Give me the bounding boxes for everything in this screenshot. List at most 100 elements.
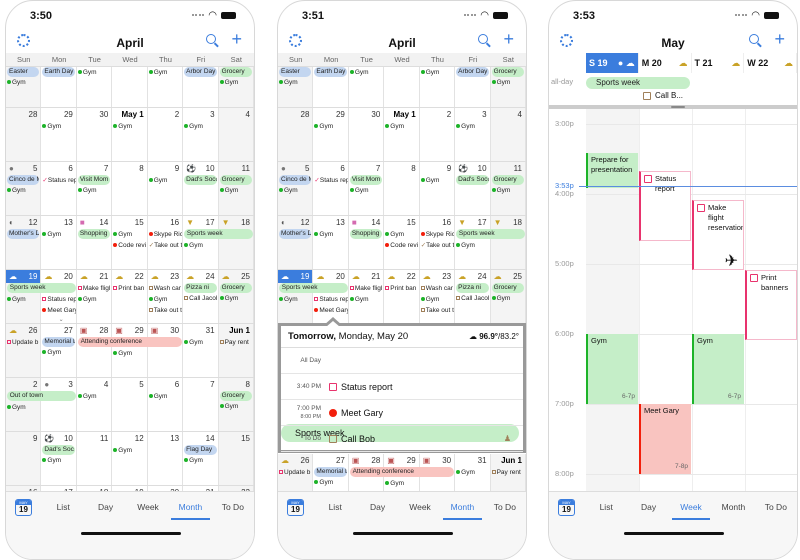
tab-to-do[interactable]: To Do [212,492,254,522]
task-checkbox-icon[interactable] [7,340,11,345]
task-checkbox-icon[interactable] [420,308,425,313]
today-calendar-button[interactable]: MAY 19 [287,498,304,516]
event-item[interactable]: Gym [313,229,347,240]
task-item[interactable]: Print ban [384,283,418,294]
event-item[interactable]: Gym [41,347,75,358]
day-cell[interactable]: 21 [183,486,219,491]
task-checkbox-icon[interactable] [420,286,425,291]
day-cell[interactable]: ● 3 [41,378,77,431]
add-event-plus-icon[interactable]: + [774,30,785,48]
event-item[interactable]: Skype Ric [148,229,182,240]
event-item[interactable]: Gym [313,477,347,488]
day-cell[interactable]: ☁ 23 Wash car Gym Take out t [148,270,184,323]
tab-day[interactable]: Day [627,492,669,522]
today-calendar-button[interactable]: MAY 19 [558,498,575,516]
task-item[interactable]: Update b [6,337,40,348]
event-item[interactable]: Gym [349,185,383,196]
month-grid[interactable]: Easter Gym Earth Day Gym Gym Arbor Day Grocery… [278,67,526,491]
day-cell[interactable]: 13 Gym [41,216,77,269]
day-cell[interactable]: 16 [6,486,42,491]
event-item[interactable]: Gym [420,67,454,78]
event-item[interactable]: Gym [112,445,146,456]
task-checkbox-icon[interactable] [643,91,651,100]
event-item[interactable]: Code revi [112,240,146,251]
task-checkbox-icon[interactable] [148,308,153,313]
day-header[interactable]: T 21 ☁ [692,53,745,73]
tab-week[interactable]: Week [127,492,169,522]
day-cell[interactable]: 31 Gym [455,454,491,491]
day-cell[interactable]: 13 [148,432,184,485]
day-cell[interactable]: 7 Visit Mom Gym [349,162,385,215]
task-item[interactable]: Wash car [148,283,182,294]
all-day-event[interactable]: Flag Day [184,445,217,455]
week-event[interactable]: Prepare for presentation [586,153,638,189]
all-day-event[interactable]: Cinco de M [279,175,312,185]
all-day-event[interactable]: Pizza ni [456,283,489,293]
day-cell[interactable]: ☁ 26 Update b [278,454,314,491]
tab-month[interactable]: Month [441,492,483,522]
day-cell[interactable]: ☁ 21 Make fligl Gym [349,270,385,323]
event-item[interactable]: Gym [183,455,217,466]
week-event[interactable]: Status report [639,170,691,241]
day-cell[interactable]: 8 Grocery Gym [218,378,254,431]
day-cell[interactable]: Gym [77,67,113,107]
day-cell[interactable]: 29 Gym [41,108,77,161]
event-item[interactable]: Gym [77,67,111,78]
day-cell[interactable]: ☁ 23 Wash car Gym Take out t [420,270,456,323]
day-header[interactable]: W 22 ☁ [744,53,797,73]
day-cell[interactable]: ■ 14 Shopping [77,216,113,269]
day-cell[interactable]: 6 ✓Status rep [313,162,349,215]
all-day-event[interactable]: Arbor Day [456,67,489,77]
event-item[interactable]: Meet Gary [41,305,76,316]
event-item[interactable]: Gym [41,121,75,132]
day-cell[interactable]: 3 Gym [455,108,491,161]
event-item[interactable]: Gym [384,121,418,132]
day-cell[interactable]: 30 [77,108,113,161]
day-cell[interactable]: 6 ✓Status rep [41,162,77,215]
day-cell[interactable]: ☁ 24 Pizza ni Call Jacol [183,270,219,323]
all-day-event[interactable]: Grocery [219,67,252,77]
event-item[interactable]: Gym [219,401,253,412]
task-item[interactable]: Status rep [313,294,348,305]
event-item[interactable]: Gym [219,77,253,88]
day-cell[interactable]: ▣ 29 Gym [112,324,148,377]
day-cell[interactable]: ■ 14 Shopping [349,216,385,269]
task-checkbox-icon[interactable] [42,297,47,302]
event-item[interactable]: Gym [455,240,489,251]
event-item[interactable]: Gym [77,391,111,402]
all-day-event[interactable]: Visit Mom [349,175,383,185]
tab-week[interactable]: Week [670,492,712,522]
day-cell[interactable]: 19 [112,486,148,491]
add-event-plus-icon[interactable]: + [231,30,242,48]
day-cell[interactable]: ☁ 26 Update b [6,324,42,377]
day-cell[interactable]: 9 Gym [420,162,456,215]
task-checkbox-icon[interactable] [349,286,354,291]
all-day-event[interactable]: Arbor Day [184,67,217,77]
week-event[interactable]: Make flight reservations ✈ [692,199,744,270]
tab-month[interactable]: Month [712,492,754,522]
multi-day-event[interactable]: Attending conference [77,337,183,347]
day-cell[interactable]: ☁ 19 Gym [278,270,314,323]
event-item[interactable]: Gym [77,294,111,305]
event-item[interactable]: Gym [491,293,525,304]
day-cell[interactable]: Grocery Gym [490,67,526,107]
event-item[interactable]: Gym [219,293,253,304]
task-checkbox-icon[interactable] [184,296,189,301]
all-day-event[interactable]: Sports week [586,77,690,89]
day-cell[interactable]: 18 [77,486,113,491]
day-cell[interactable]: ▼ 18 [218,216,254,269]
all-day-event[interactable]: Memorial D [314,467,347,477]
all-day-event[interactable]: Grocery [491,175,524,185]
day-cell[interactable]: ▣ 30 [148,324,184,377]
day-cell[interactable]: 14 Flag Day Gym [183,432,219,485]
task-item[interactable]: Pay rent [491,467,525,478]
day-cell[interactable]: 16 Skype Ric ✓Take out t [420,216,456,269]
week-event[interactable]: Gym 6-7p [692,334,744,404]
event-item[interactable]: Gym [384,229,418,240]
month-grid[interactable]: Easter Gym Earth Day Gym Gym Arbor Day Grocery… [6,67,254,491]
day-cell[interactable]: May 1 Gym [384,108,420,161]
event-item[interactable]: Gym [112,229,146,240]
day-cell[interactable]: 8 [112,162,148,215]
task-item[interactable]: Take out t [148,305,182,316]
all-day-event[interactable]: Dad's Socc [456,175,489,185]
